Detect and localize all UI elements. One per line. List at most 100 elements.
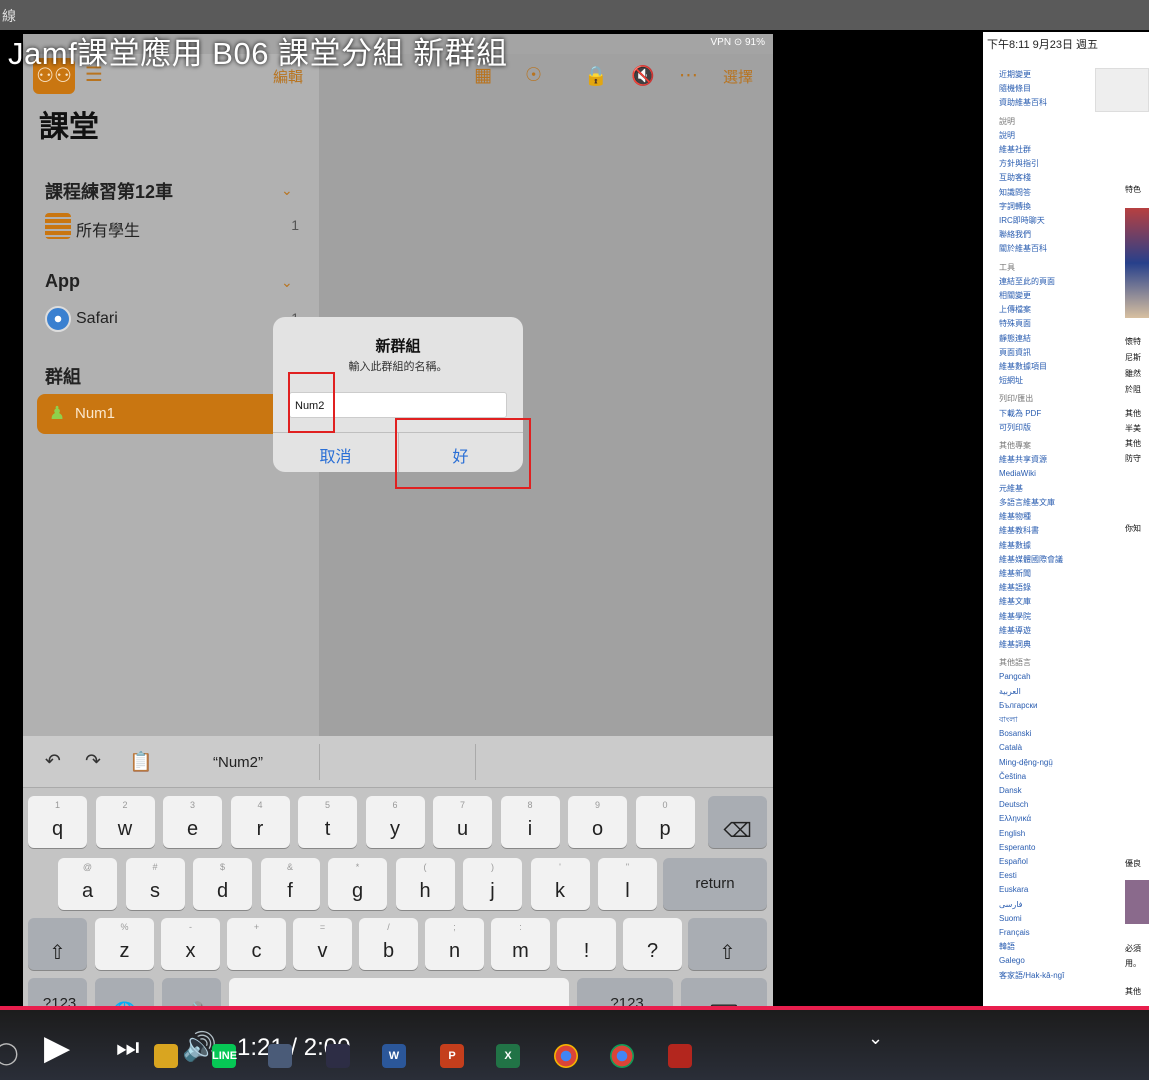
recorder-icon[interactable] <box>668 1044 692 1068</box>
wiki-sidebar-link[interactable]: 方針與指引 <box>999 157 1089 171</box>
sidebar-item-safari[interactable]: Safari 1 <box>43 302 303 338</box>
mute-icon[interactable]: 🔇 <box>631 64 655 88</box>
key-o[interactable]: 9o <box>568 796 627 848</box>
wiki-sidebar-link[interactable]: Esperanto <box>999 841 1089 855</box>
chrome-profile-icon[interactable] <box>610 1044 634 1068</box>
select-button[interactable]: 選擇 <box>723 66 753 87</box>
line-icon[interactable]: LINE <box>212 1044 237 1068</box>
wiki-sidebar-link[interactable]: 隨機條目 <box>999 82 1089 96</box>
wiki-sidebar-link[interactable]: 特殊頁面 <box>999 317 1089 331</box>
key-b[interactable]: / b <box>359 918 418 970</box>
app-section-header[interactable]: App <box>45 271 80 292</box>
wiki-sidebar-link[interactable]: বাংলা <box>999 713 1089 727</box>
wiki-sidebar-link[interactable]: 近期變更 <box>999 68 1089 82</box>
wiki-sidebar-link[interactable]: 聯絡我們 <box>999 228 1089 242</box>
app-icon[interactable] <box>326 1044 350 1068</box>
chevron-down-icon[interactable]: ⌄ <box>281 274 293 291</box>
excel-icon[interactable]: X <box>496 1044 520 1068</box>
wiki-sidebar-link[interactable]: العربية <box>999 685 1089 699</box>
wiki-sidebar-link[interactable]: 說明 <box>999 129 1089 143</box>
wiki-sidebar-link[interactable]: English <box>999 827 1089 841</box>
wiki-sidebar-link[interactable]: Deutsch <box>999 798 1089 812</box>
wiki-sidebar-link[interactable]: Suomi <box>999 912 1089 926</box>
wiki-sidebar-link[interactable]: Galego <box>999 954 1089 968</box>
key-w[interactable]: 2w <box>95 796 155 848</box>
key-e[interactable]: 3e <box>163 796 222 848</box>
wiki-sidebar-link[interactable]: Dansk <box>999 784 1089 798</box>
wiki-sidebar-link[interactable]: Ming-dĕ̤ng-ngṳ̄ <box>999 756 1089 770</box>
shift-key[interactable]: ⇧ <box>688 918 767 970</box>
key-x[interactable]: -x <box>161 918 220 970</box>
play-icon[interactable]: ▶ <box>44 1028 70 1068</box>
class-section-header[interactable]: 課程練習第12車 <box>45 178 173 204</box>
key-r[interactable]: 4r <box>230 796 290 848</box>
lock-icon[interactable]: 🔒 <box>584 64 608 88</box>
wiki-sidebar-link[interactable]: Български <box>999 699 1089 713</box>
undo-icon[interactable]: ↶ <box>45 750 61 773</box>
key-n[interactable]: ; n <box>425 918 484 970</box>
paste-icon[interactable]: 📋 <box>129 750 153 774</box>
wiki-sidebar-link[interactable]: Čeština <box>999 770 1089 784</box>
wiki-sidebar-link[interactable]: Ελληνικά <box>999 812 1089 826</box>
wiki-sidebar-link[interactable]: IRC即時聊天 <box>999 214 1089 228</box>
wiki-sidebar-link[interactable]: فارسی <box>999 898 1089 912</box>
wiki-sidebar-link[interactable]: 維基社群 <box>999 143 1089 157</box>
key-i[interactable]: 8i <box>500 796 560 848</box>
key-j[interactable]: ) j <box>463 858 522 910</box>
prediction-suggestion[interactable]: “Num2” <box>213 754 263 771</box>
next-icon[interactable]: ⏭ <box>116 1032 139 1064</box>
redo-icon[interactable]: ↷ <box>85 750 101 773</box>
wiki-sidebar-link[interactable]: Català <box>999 741 1089 755</box>
key-p[interactable]: 0p <box>635 796 695 848</box>
wiki-sidebar-link[interactable]: 資助維基百科 <box>999 96 1089 110</box>
key-g[interactable]: * g <box>328 858 387 910</box>
app-icon[interactable] <box>268 1044 292 1068</box>
shift-key[interactable]: ⇧ <box>28 918 87 970</box>
key-d[interactable]: $ d <box>193 858 252 910</box>
wiki-sidebar-link[interactable]: Euskara <box>999 883 1089 897</box>
wiki-sidebar-link[interactable]: 相關變更 <box>999 289 1089 303</box>
wiki-sidebar-link[interactable]: 短網址 <box>999 374 1089 388</box>
key-?[interactable]: ? <box>623 918 682 970</box>
key-v[interactable]: = v <box>293 918 352 970</box>
wiki-sidebar-link[interactable]: 客家語/Hak-kâ-ngî <box>999 969 1089 983</box>
key-u[interactable]: 7u <box>433 796 492 848</box>
key-y[interactable]: 6y <box>365 796 425 848</box>
key-t[interactable]: 5t <box>298 796 357 848</box>
wiki-sidebar-link[interactable]: 維基物種 <box>999 510 1089 524</box>
cancel-button[interactable]: 取消 <box>273 443 398 467</box>
wiki-sidebar-link[interactable]: 維基新聞 <box>999 567 1089 581</box>
wiki-sidebar-link[interactable]: Pangcah <box>999 670 1089 684</box>
wiki-sidebar-link[interactable]: 元維基 <box>999 482 1089 496</box>
file-explorer-icon[interactable] <box>154 1044 178 1068</box>
key-k[interactable]: ' k <box>530 858 590 910</box>
wiki-sidebar-link[interactable]: 多語言維基文庫 <box>999 496 1089 510</box>
key-z[interactable]: % z <box>95 918 154 970</box>
wiki-sidebar-link[interactable]: 維基教科書 <box>999 524 1089 538</box>
sidebar-item-all-students[interactable]: 所有學生 1 <box>43 209 303 245</box>
key-q[interactable]: 1q <box>28 796 87 848</box>
wiki-sidebar-link[interactable]: 維基共享資源 <box>999 453 1089 467</box>
wiki-sidebar-link[interactable]: 關於維基百科 <box>999 242 1089 256</box>
wiki-sidebar-link[interactable]: 上傳檔案 <box>999 303 1089 317</box>
wiki-sidebar-link[interactable]: 連結至此的頁面 <box>999 275 1089 289</box>
key-a[interactable]: @ a <box>58 858 117 910</box>
settings-icon[interactable]: ◯ <box>0 1040 19 1066</box>
wiki-sidebar-link[interactable]: Bosanski <box>999 727 1089 741</box>
chevron-down-icon[interactable]: ⌄ <box>868 1028 883 1049</box>
wiki-sidebar-link[interactable]: Français <box>999 926 1089 940</box>
wiki-sidebar-link[interactable]: 維基媒體國際會議 <box>999 553 1089 567</box>
chrome-icon[interactable] <box>554 1044 578 1068</box>
eye-icon[interactable]: ☉ <box>525 64 542 87</box>
wiki-sidebar-link[interactable]: 字詞轉換 <box>999 200 1089 214</box>
wiki-sidebar-link[interactable]: 維基數據 <box>999 539 1089 553</box>
key-s[interactable]: # s <box>125 858 185 910</box>
wiki-sidebar-link[interactable]: Eesti <box>999 869 1089 883</box>
wiki-sidebar-link[interactable]: 靜態連結 <box>999 332 1089 346</box>
chevron-down-icon[interactable]: ⌄ <box>281 182 293 199</box>
key-l[interactable]: " l <box>598 858 657 910</box>
wiki-sidebar-link[interactable]: 韓語 <box>999 940 1089 954</box>
wiki-sidebar-link[interactable]: Español <box>999 855 1089 869</box>
key-c[interactable]: + c <box>227 918 286 970</box>
wiki-sidebar-link[interactable]: 維基語錄 <box>999 581 1089 595</box>
